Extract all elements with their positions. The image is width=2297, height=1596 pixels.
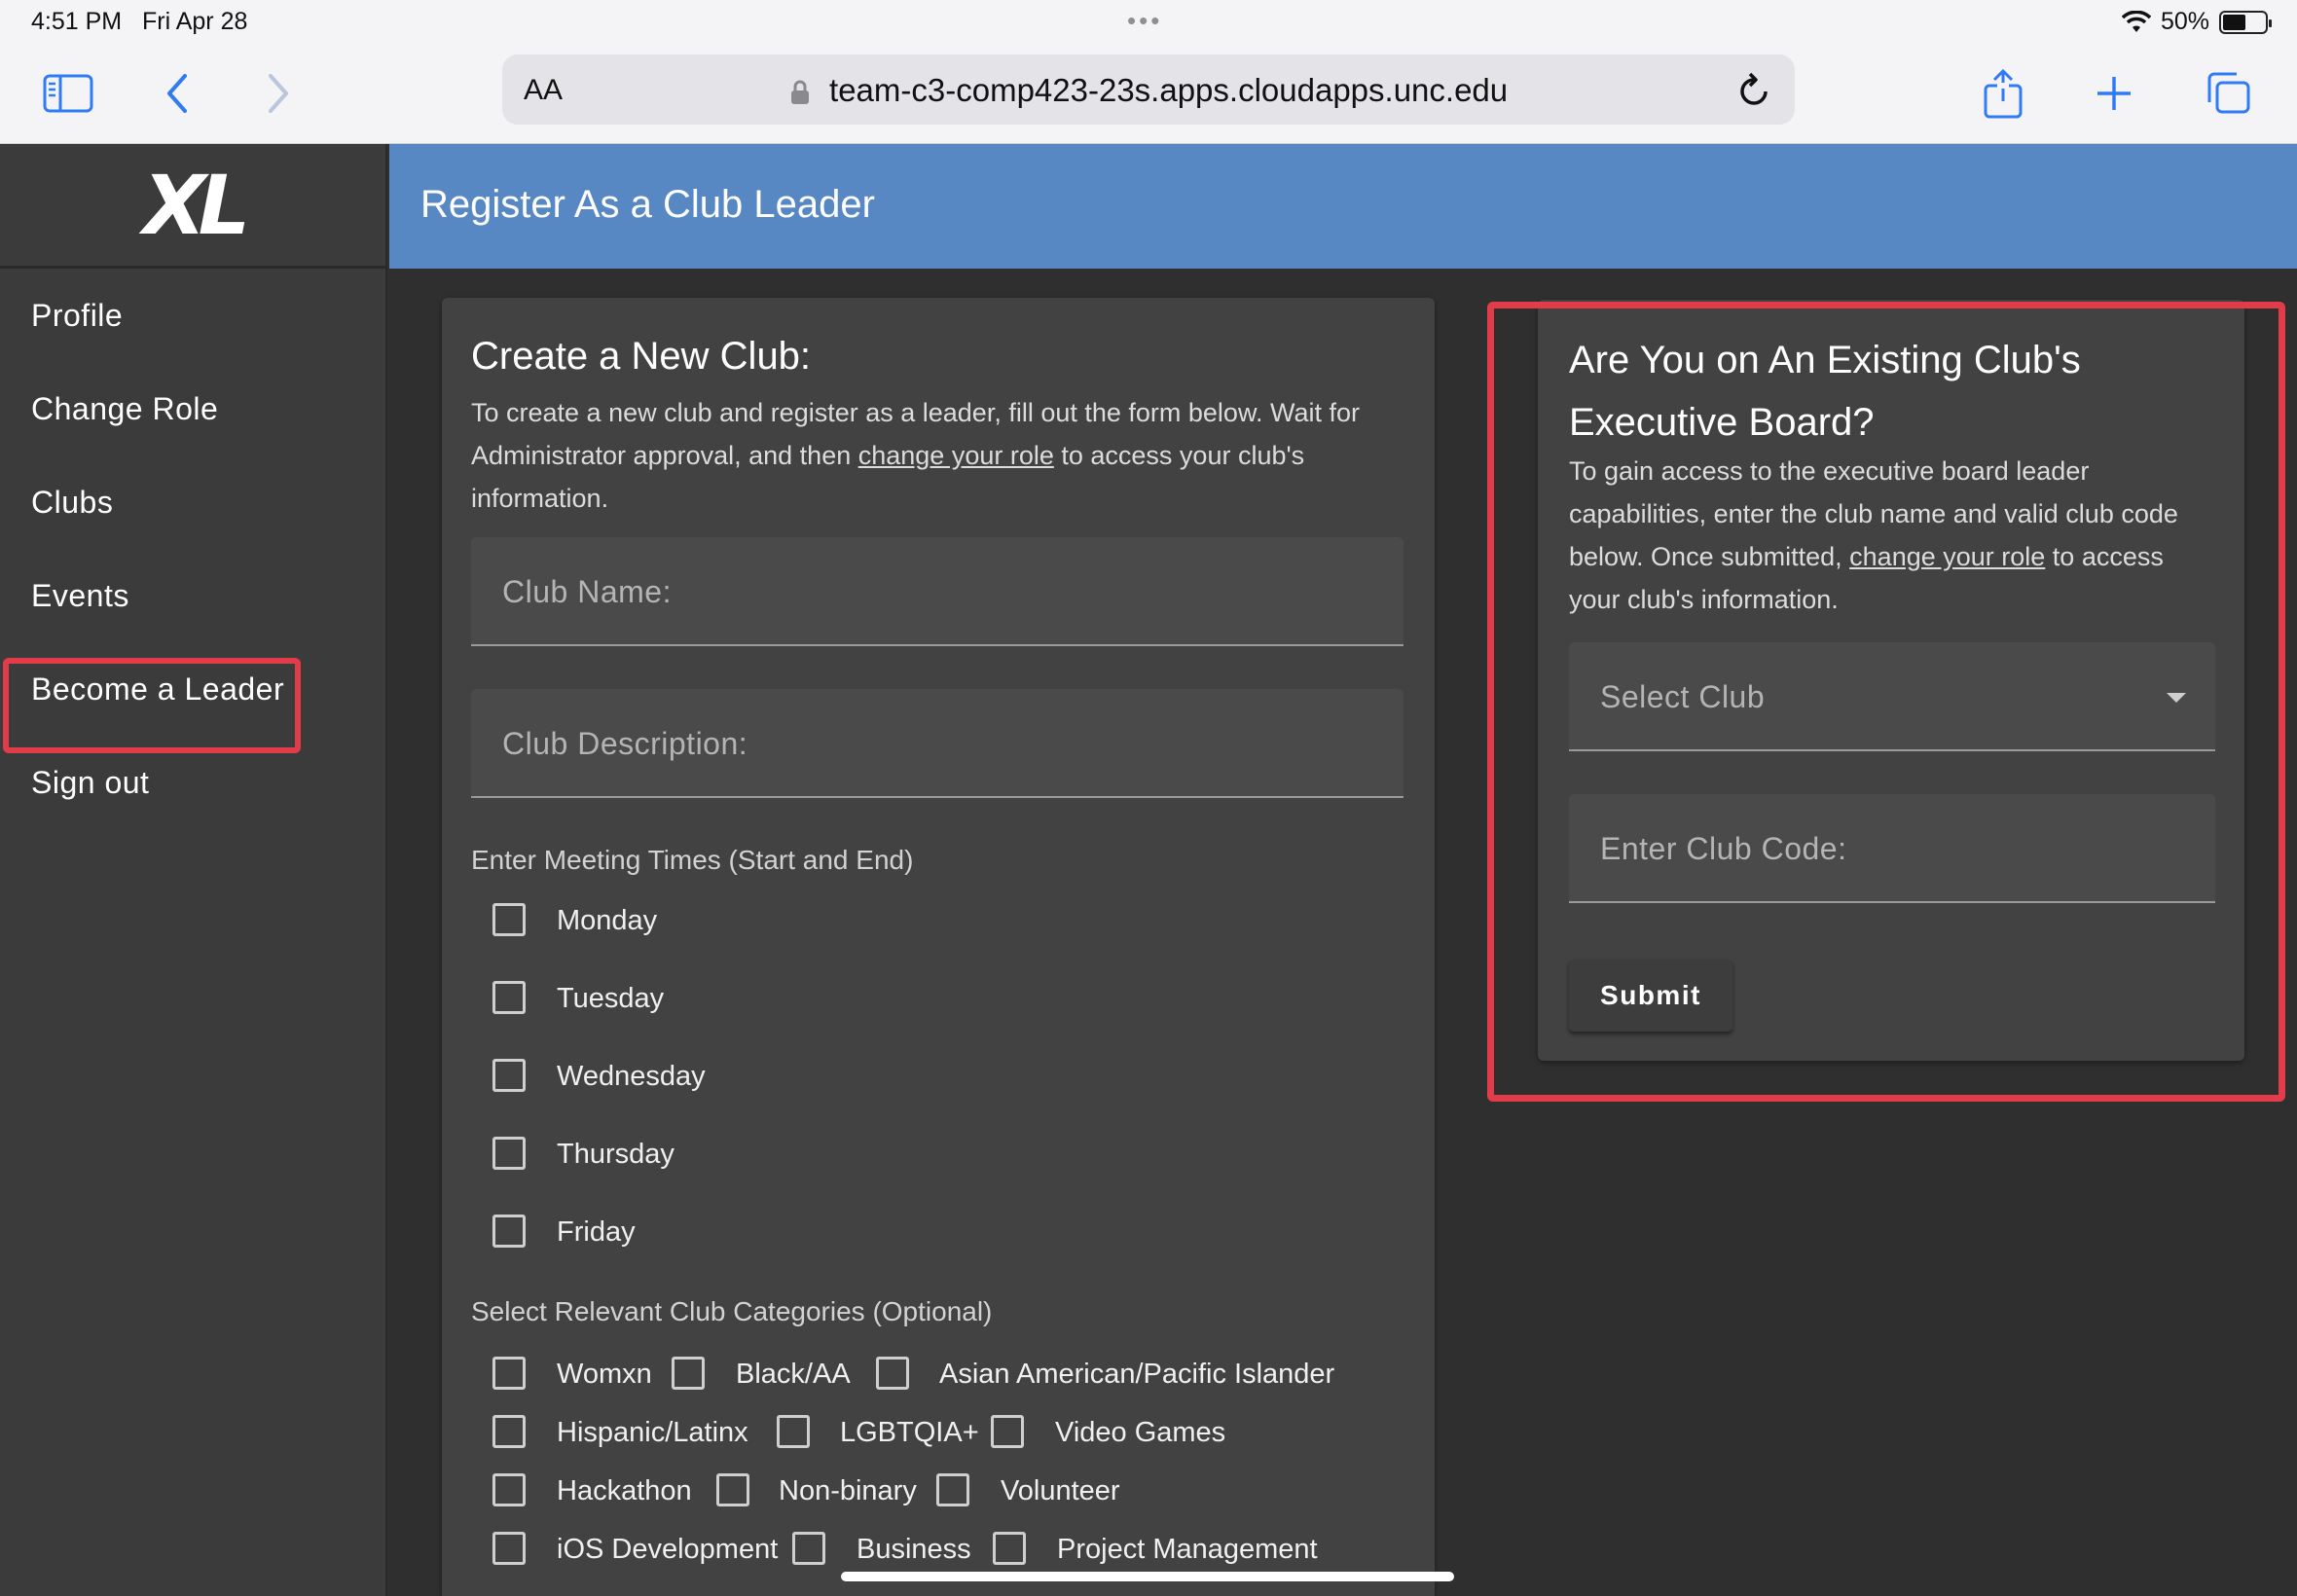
- category-checkbox[interactable]: [991, 1415, 1024, 1448]
- tuesday-label: Tuesday: [557, 983, 665, 1014]
- categories-label: Select Relevant Club Categories (Optiona…: [471, 1296, 993, 1326]
- wednesday-label: Wednesday: [557, 1061, 706, 1092]
- category-checkbox[interactable]: [492, 1357, 526, 1390]
- app-logo[interactable]: XL: [143, 158, 250, 253]
- forward-icon[interactable]: [251, 66, 306, 121]
- home-indicator: [841, 1572, 1454, 1581]
- category-label: Black/AA: [736, 1359, 851, 1390]
- back-icon[interactable]: [150, 66, 204, 121]
- meeting-times-label: Enter Meeting Times (Start and End): [471, 845, 914, 875]
- category-checkbox[interactable]: [777, 1415, 810, 1448]
- sidebar-item-change-role[interactable]: Change Role: [31, 391, 218, 427]
- category-label: Asian American/Pacific Islander: [939, 1359, 1335, 1390]
- category-checkbox[interactable]: [716, 1473, 749, 1506]
- club-description-input[interactable]: Club Description:: [471, 689, 1404, 798]
- reload-icon[interactable]: [1736, 70, 1773, 114]
- category-label: Project Management: [1057, 1534, 1318, 1565]
- club-name-input[interactable]: Club Name:: [471, 537, 1404, 646]
- category-checkbox[interactable]: [492, 1532, 526, 1565]
- category-label: Hackathon: [557, 1475, 692, 1506]
- battery-icon: [2219, 10, 2272, 34]
- thursday-checkbox[interactable]: [492, 1137, 526, 1170]
- category-label: LGBTQIA+: [840, 1417, 979, 1448]
- status-bar: 4:51 PM Fri Apr 28 ••• 50%: [0, 0, 2297, 47]
- friday-label: Friday: [557, 1216, 636, 1248]
- wifi-icon: [2121, 10, 2151, 32]
- category-label: Hispanic/Latinx: [557, 1417, 748, 1448]
- multitasking-dots-icon[interactable]: •••: [1127, 6, 1162, 36]
- create-club-card: Create a New Club: To create a new club …: [442, 298, 1435, 1596]
- annotation-highlight-nav: [3, 658, 301, 753]
- page-header: Register As a Club Leader: [389, 144, 2297, 269]
- tuesday-checkbox[interactable]: [492, 981, 526, 1014]
- tabs-overview-icon[interactable]: [2202, 66, 2256, 121]
- category-label: iOS Development: [557, 1534, 779, 1565]
- friday-checkbox[interactable]: [492, 1215, 526, 1248]
- change-role-link[interactable]: change your role: [858, 441, 1054, 470]
- monday-checkbox[interactable]: [492, 903, 526, 936]
- url-text: team-c3-comp423-23s.apps.cloudapps.unc.e…: [829, 72, 1509, 108]
- category-checkbox[interactable]: [936, 1473, 969, 1506]
- sidebar-item-profile[interactable]: Profile: [31, 298, 123, 334]
- sidebar-item-sign-out[interactable]: Sign out: [31, 765, 149, 801]
- category-label: Womxn: [557, 1359, 652, 1390]
- category-label: Non-binary: [779, 1475, 917, 1506]
- sidebar-item-events[interactable]: Events: [31, 578, 129, 614]
- category-checkbox[interactable]: [792, 1532, 825, 1565]
- annotation-highlight-existing-club: [1487, 302, 2285, 1102]
- create-club-title: Create a New Club:: [471, 335, 812, 378]
- new-tab-icon[interactable]: [2087, 66, 2141, 121]
- category-checkbox[interactable]: [993, 1532, 1026, 1565]
- thursday-label: Thursday: [557, 1139, 675, 1170]
- category-checkbox[interactable]: [492, 1473, 526, 1506]
- address-bar[interactable]: AA team-c3-comp423-23s.apps.cloudapps.un…: [502, 54, 1795, 125]
- app-sidebar: XL Profile Change Role Clubs Events Beco…: [0, 144, 387, 1596]
- category-checkbox[interactable]: [492, 1415, 526, 1448]
- sidebar-toggle-icon[interactable]: [41, 66, 95, 121]
- share-icon[interactable]: [1976, 66, 2030, 121]
- monday-label: Monday: [557, 905, 658, 936]
- battery-percent: 50%: [2160, 8, 2209, 35]
- create-club-description: To create a new club and register as a l…: [471, 398, 1360, 513]
- page-title: Register As a Club Leader: [420, 183, 875, 226]
- category-label: Business: [857, 1534, 971, 1565]
- category-checkbox[interactable]: [672, 1357, 705, 1390]
- lock-icon: [790, 80, 809, 105]
- wednesday-checkbox[interactable]: [492, 1059, 526, 1092]
- status-date: Fri Apr 28: [142, 8, 248, 35]
- category-checkbox[interactable]: [876, 1357, 909, 1390]
- browser-toolbar: AA team-c3-comp423-23s.apps.cloudapps.un…: [0, 47, 2297, 144]
- sidebar-item-clubs[interactable]: Clubs: [31, 485, 113, 521]
- status-time: 4:51 PM: [31, 8, 123, 35]
- category-label: Video Games: [1055, 1417, 1226, 1448]
- category-label: Volunteer: [1001, 1475, 1120, 1506]
